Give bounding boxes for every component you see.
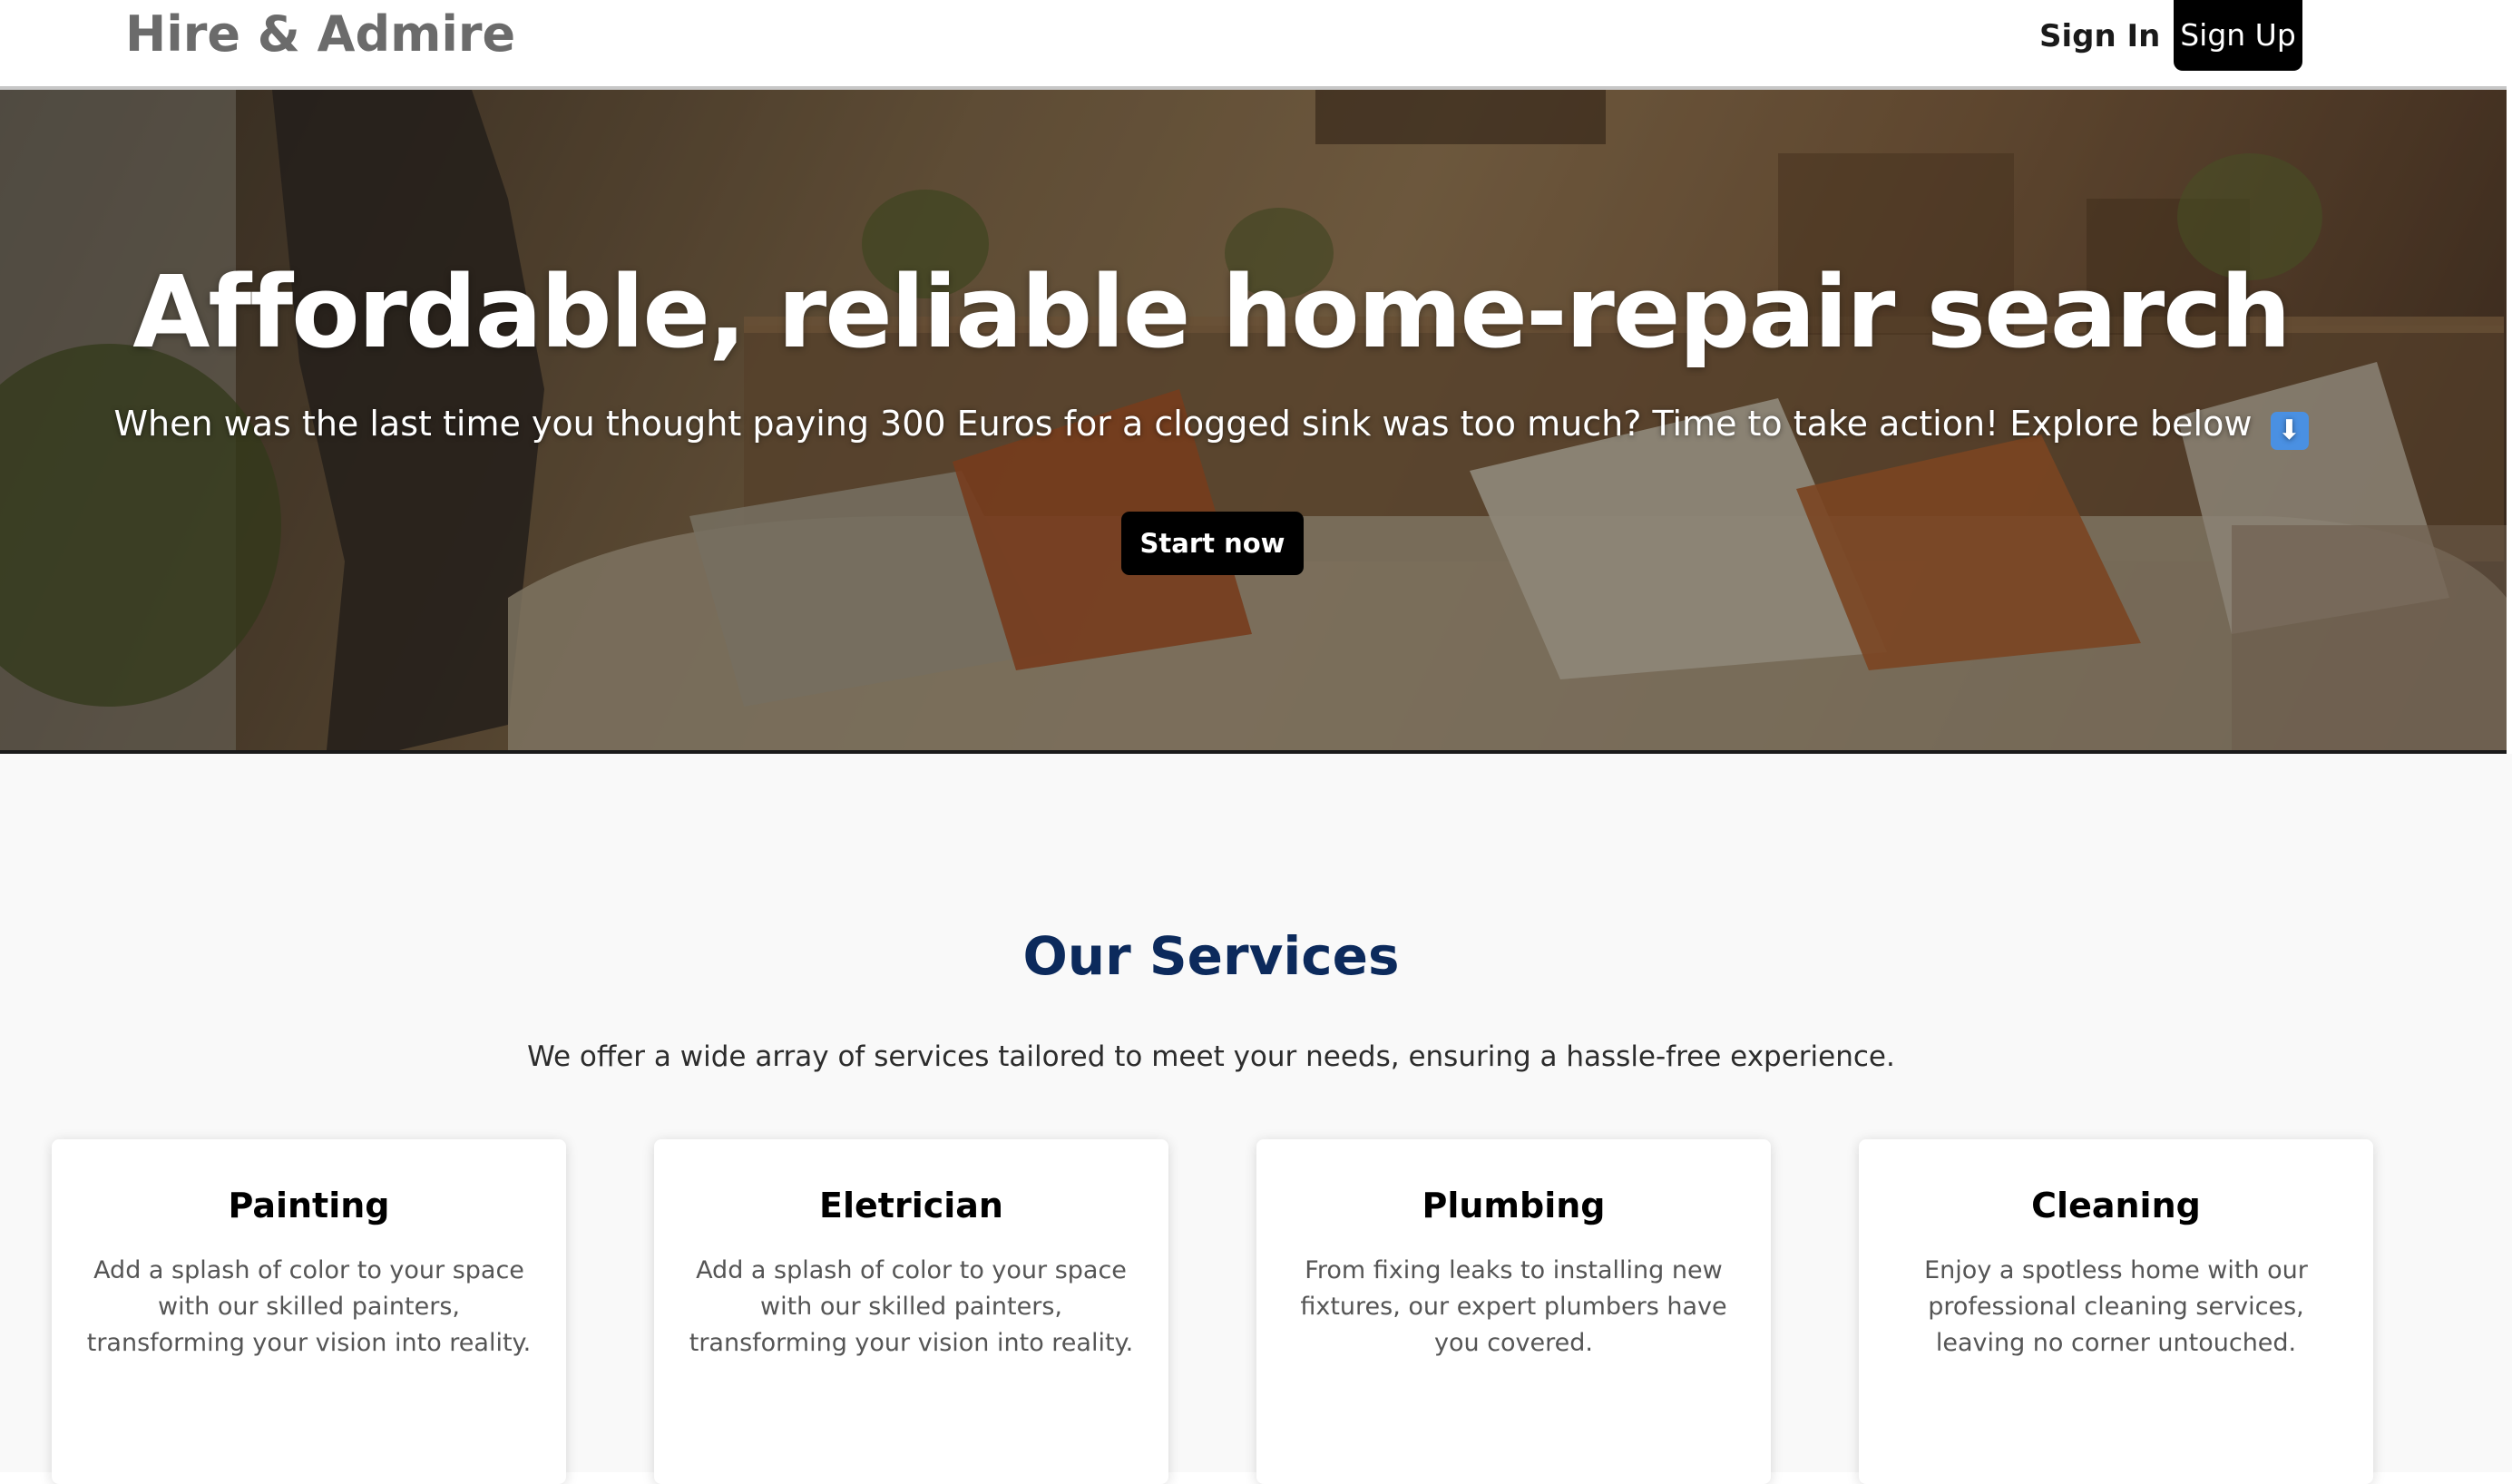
service-card-electrician[interactable]: Eletrician Add a splash of color to your… — [654, 1139, 1168, 1484]
service-card-title: Cleaning — [2031, 1186, 2201, 1225]
hero-banner: Affordable, reliable home-repair search … — [0, 90, 2507, 754]
hero-subtitle: When was the last time you thought payin… — [0, 398, 2422, 450]
hero-subtitle-text: When was the last time you thought payin… — [113, 404, 2253, 444]
service-card-description: From fixing leaks to installing new fixt… — [1300, 1256, 1727, 1357]
service-card-cleaning[interactable]: Cleaning Enjoy a spotless home with our … — [1859, 1139, 2373, 1484]
service-card-plumbing[interactable]: Plumbing From fixing leaks to installing… — [1256, 1139, 1771, 1484]
services-subtitle: We offer a wide array of services tailor… — [527, 1040, 1895, 1073]
start-now-button[interactable]: Start now — [1121, 512, 1304, 575]
service-card-description: Add a splash of color to your space with… — [86, 1256, 532, 1357]
services-title: Our Services — [1022, 925, 1400, 987]
top-navbar: Hire & Admire Sign In Sign Up — [0, 0, 2507, 90]
service-card-title: Painting — [228, 1186, 390, 1225]
service-card-painting[interactable]: Painting Add a splash of color to your s… — [52, 1139, 566, 1484]
service-card-description: Enjoy a spotless home with our professio… — [1924, 1256, 2308, 1357]
service-card-description: Add a splash of color to your space with… — [689, 1256, 1134, 1357]
service-card-title: Plumbing — [1422, 1186, 1606, 1225]
sign-up-button[interactable]: Sign Up — [2174, 0, 2302, 71]
down-arrow-icon: ⬇ — [2270, 412, 2309, 450]
hero-headline: Affordable, reliable home-repair search — [132, 254, 2292, 370]
site-logo[interactable]: Hire & Admire — [125, 2, 515, 67]
services-section: Our Services We offer a wide array of se… — [0, 754, 2512, 1484]
sign-in-link[interactable]: Sign In — [2039, 15, 2160, 58]
service-card-title: Eletrician — [819, 1186, 1003, 1225]
